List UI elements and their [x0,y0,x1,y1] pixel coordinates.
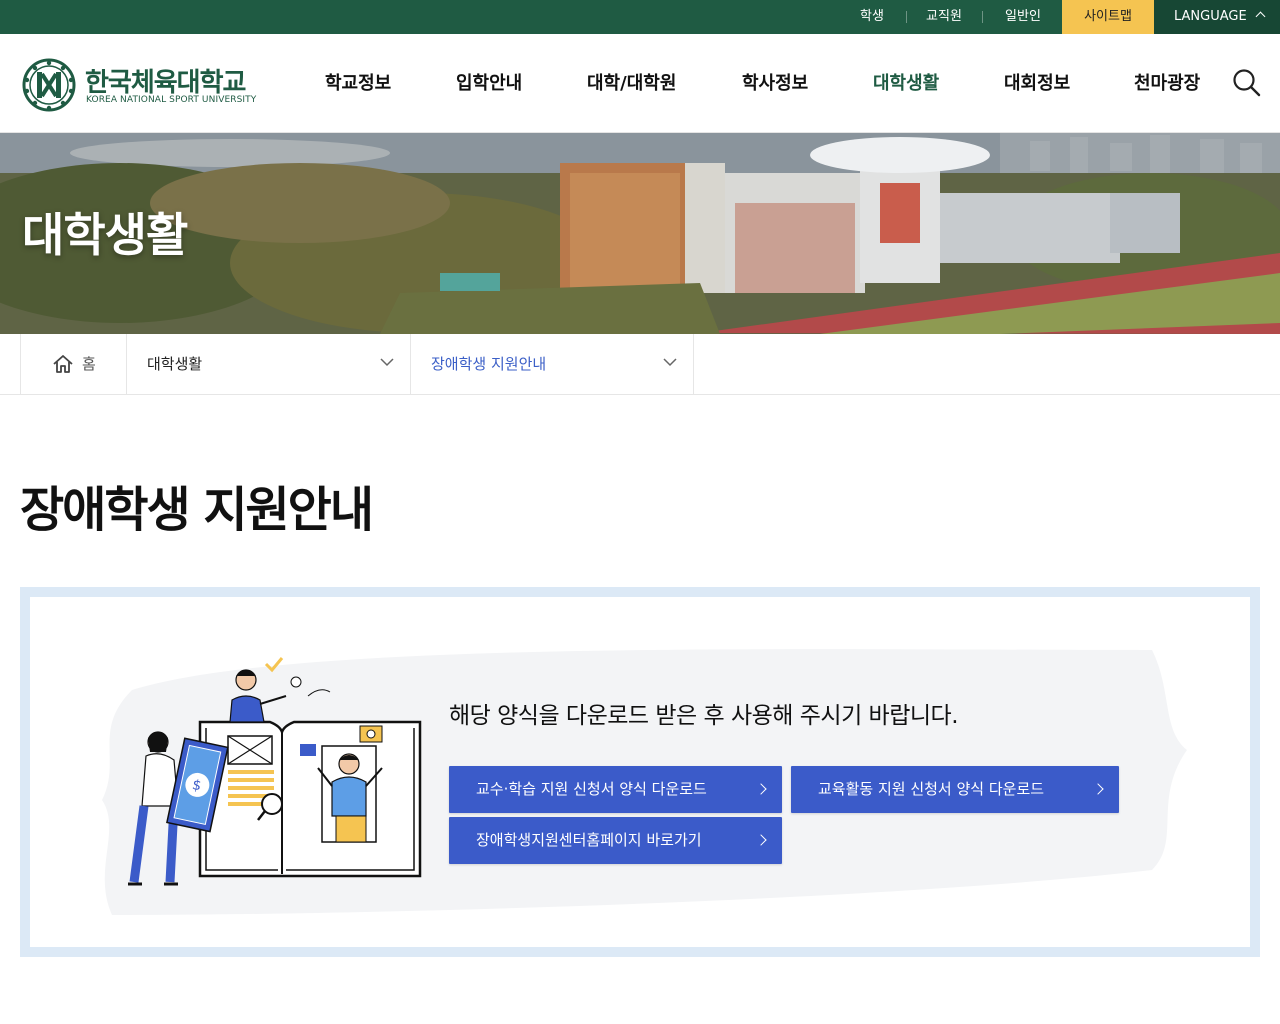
util-separator [982,11,983,23]
breadcrumb-level2-label: 장애학생 지원안내 [431,355,547,373]
chevron-right-icon [755,834,767,846]
util-link-student[interactable]: 학생 [842,0,902,34]
university-name-korean: 한국체육대학교 [85,68,246,98]
language-label: LANGUAGE [1174,9,1247,24]
utility-bar: 학생 교직원 일반인 사이트맵 LANGUAGE [0,0,1280,34]
site-header: 한국체육대학교 KOREA NATIONAL SPORT UNIVERSITY … [0,34,1280,133]
nav-item-college-graduate[interactable]: 대학/대학원 [587,34,676,133]
util-separator [906,11,907,23]
hero-title: 대학생활 [22,208,188,262]
breadcrumb-home[interactable]: 홈 [20,334,127,394]
hero-banner: 대학생활 [0,133,1280,334]
button-label: 교육활동 지원 신청서 양식 다운로드 [818,780,1045,798]
students-with-book-illustration: $ [128,657,422,886]
campus-aerial-photo [0,133,1280,334]
nav-item-admission[interactable]: 입학안내 [456,34,522,133]
nav-item-school-info[interactable]: 학교정보 [325,34,391,133]
nav-item-competition-info[interactable]: 대회정보 [1004,34,1070,133]
chevron-down-icon [380,358,394,367]
search-icon[interactable] [1232,68,1262,98]
button-label: 교수·학습 지원 신청서 양식 다운로드 [476,780,707,798]
util-link-staff[interactable]: 교직원 [912,0,976,34]
university-emblem-icon [22,58,76,112]
nav-item-cheonma-plaza[interactable]: 천마광장 [1134,34,1200,133]
breadcrumb-home-label: 홈 [82,355,96,373]
chevron-right-icon [755,783,767,795]
chevron-up-icon [1255,11,1266,22]
home-icon [53,355,73,373]
nav-item-academic-info[interactable]: 학사정보 [742,34,808,133]
breadcrumb-level1-dropdown[interactable]: 대학생활 [127,334,411,394]
util-link-public[interactable]: 일반인 [990,0,1056,34]
sitemap-link[interactable]: 사이트맵 [1062,0,1154,34]
chevron-down-icon [663,358,677,367]
university-logo[interactable]: 한국체육대학교 KOREA NATIONAL SPORT UNIVERSITY [22,58,272,114]
university-name-english: KOREA NATIONAL SPORT UNIVERSITY [86,95,257,105]
nav-item-campus-life[interactable]: 대학생활 [873,34,939,133]
educational-activity-form-download-button[interactable]: 교육활동 지원 신청서 양식 다운로드 [791,766,1119,813]
page-title: 장애학생 지원안내 [20,482,374,538]
button-label: 장애학생지원센터홈페이지 바로가기 [476,831,702,849]
language-menu[interactable]: LANGUAGE [1154,0,1280,34]
breadcrumb: 홈 대학생활 장애학생 지원안내 [0,334,1280,395]
teaching-learning-form-download-button[interactable]: 교수·학습 지원 신청서 양식 다운로드 [449,766,782,813]
breadcrumb-level2-dropdown[interactable]: 장애학생 지원안내 [411,334,694,394]
chevron-right-icon [1092,783,1104,795]
download-instruction-text: 해당 양식을 다운로드 받은 후 사용해 주시기 바랍니다. [449,703,959,729]
disability-support-center-link-button[interactable]: 장애학생지원센터홈페이지 바로가기 [449,817,782,864]
breadcrumb-level1-label: 대학생활 [147,355,203,373]
